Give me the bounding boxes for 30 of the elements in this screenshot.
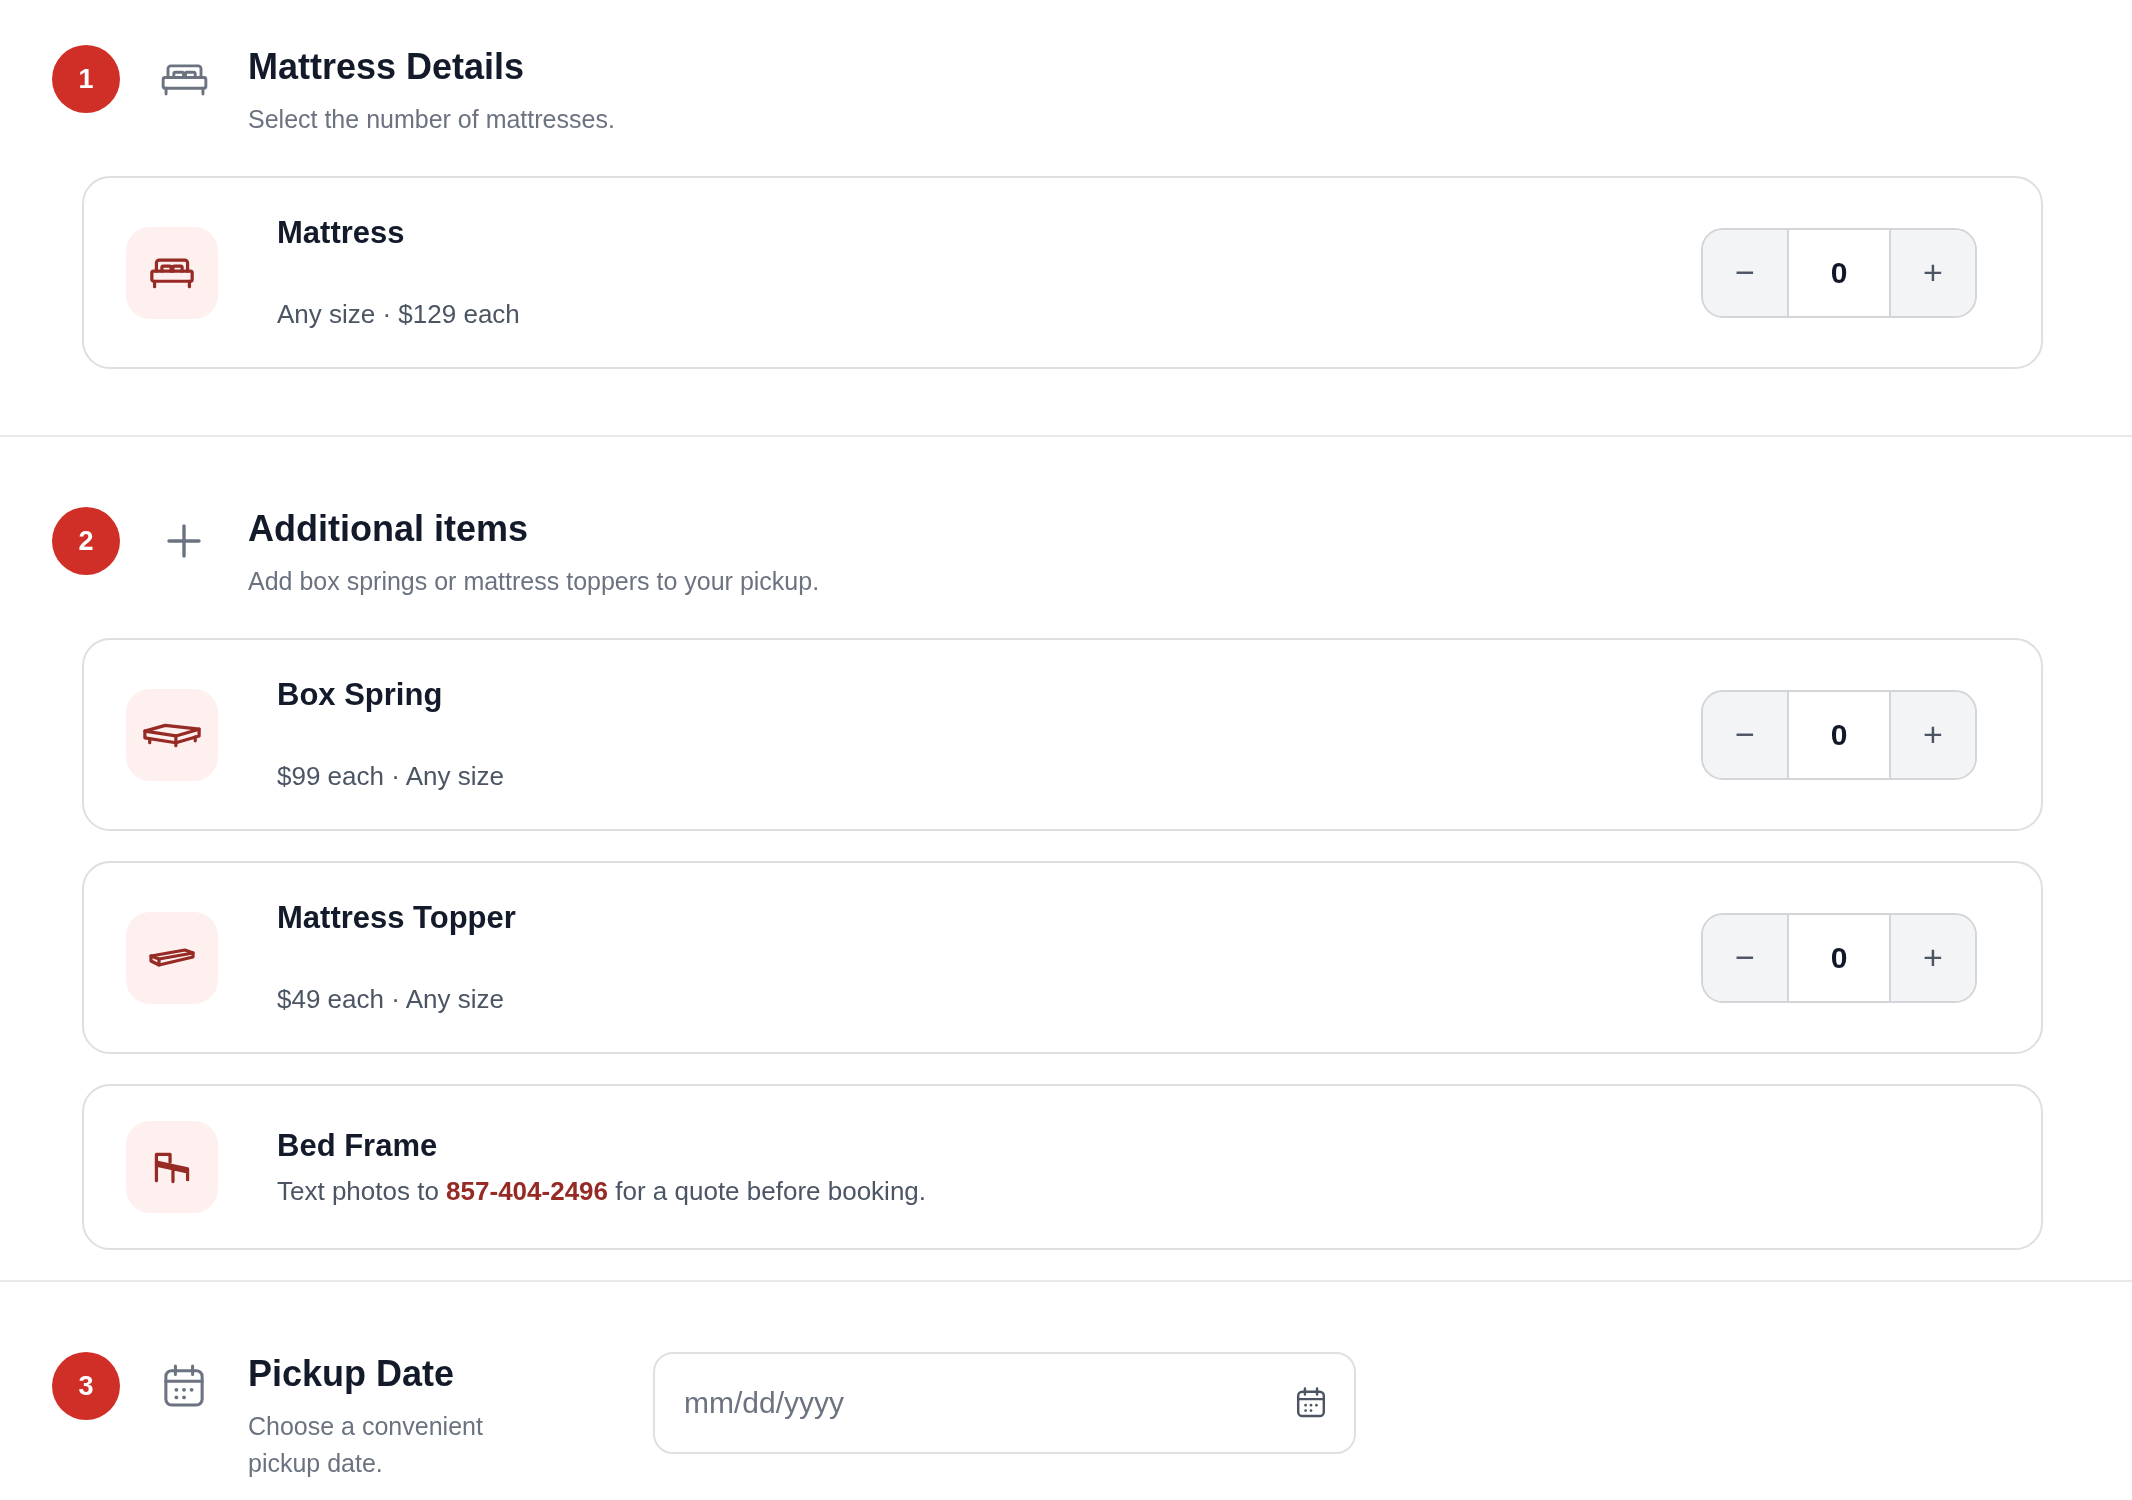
quote-note: Text photos to 857-404-2496 for a quote before booking.: [277, 1174, 927, 1208]
calendar-icon: [1296, 1387, 1326, 1418]
section-subtitle: Select the number of mattresses.: [248, 104, 615, 135]
quantity-input[interactable]: 0: [1787, 914, 1891, 1001]
step-badge: 1: [52, 45, 120, 113]
section-subtitle: Choose a convenient pickup date.: [248, 1411, 484, 1479]
section-title: Mattress Details: [248, 45, 525, 89]
item-name: Mattress: [277, 214, 405, 252]
item-name: Mattress Topper: [277, 899, 516, 937]
plus-icon: [166, 523, 202, 559]
item-name: Bed Frame: [277, 1126, 438, 1165]
item-price: $49 each · Any size: [277, 983, 504, 1016]
bed-icon: [126, 226, 218, 319]
item-price: Any size · $129 each: [277, 298, 520, 331]
calendar-icon: [163, 1364, 205, 1408]
mattress-topper-icon: [126, 911, 218, 1004]
step-badge: 2: [52, 507, 120, 575]
bed-icon: [160, 62, 208, 96]
section-subtitle: Add box springs or mattress toppers to your pickup.: [248, 566, 820, 597]
item-price: $99 each · Any size: [277, 760, 504, 793]
phone-link[interactable]: 857-404-2496: [446, 1175, 609, 1206]
bed-frame-icon: [126, 1121, 218, 1213]
box-spring-icon: [126, 688, 218, 781]
quantity-input[interactable]: 0: [1787, 691, 1891, 778]
section-title: Pickup Date: [248, 1352, 455, 1396]
section-title: Additional items: [248, 507, 529, 551]
step-badge: 3: [52, 1352, 120, 1420]
item-name: Box Spring: [277, 676, 443, 714]
quantity-input[interactable]: 0: [1787, 229, 1891, 316]
date-field[interactable]: mm/dd/yyyy: [653, 1352, 1356, 1454]
